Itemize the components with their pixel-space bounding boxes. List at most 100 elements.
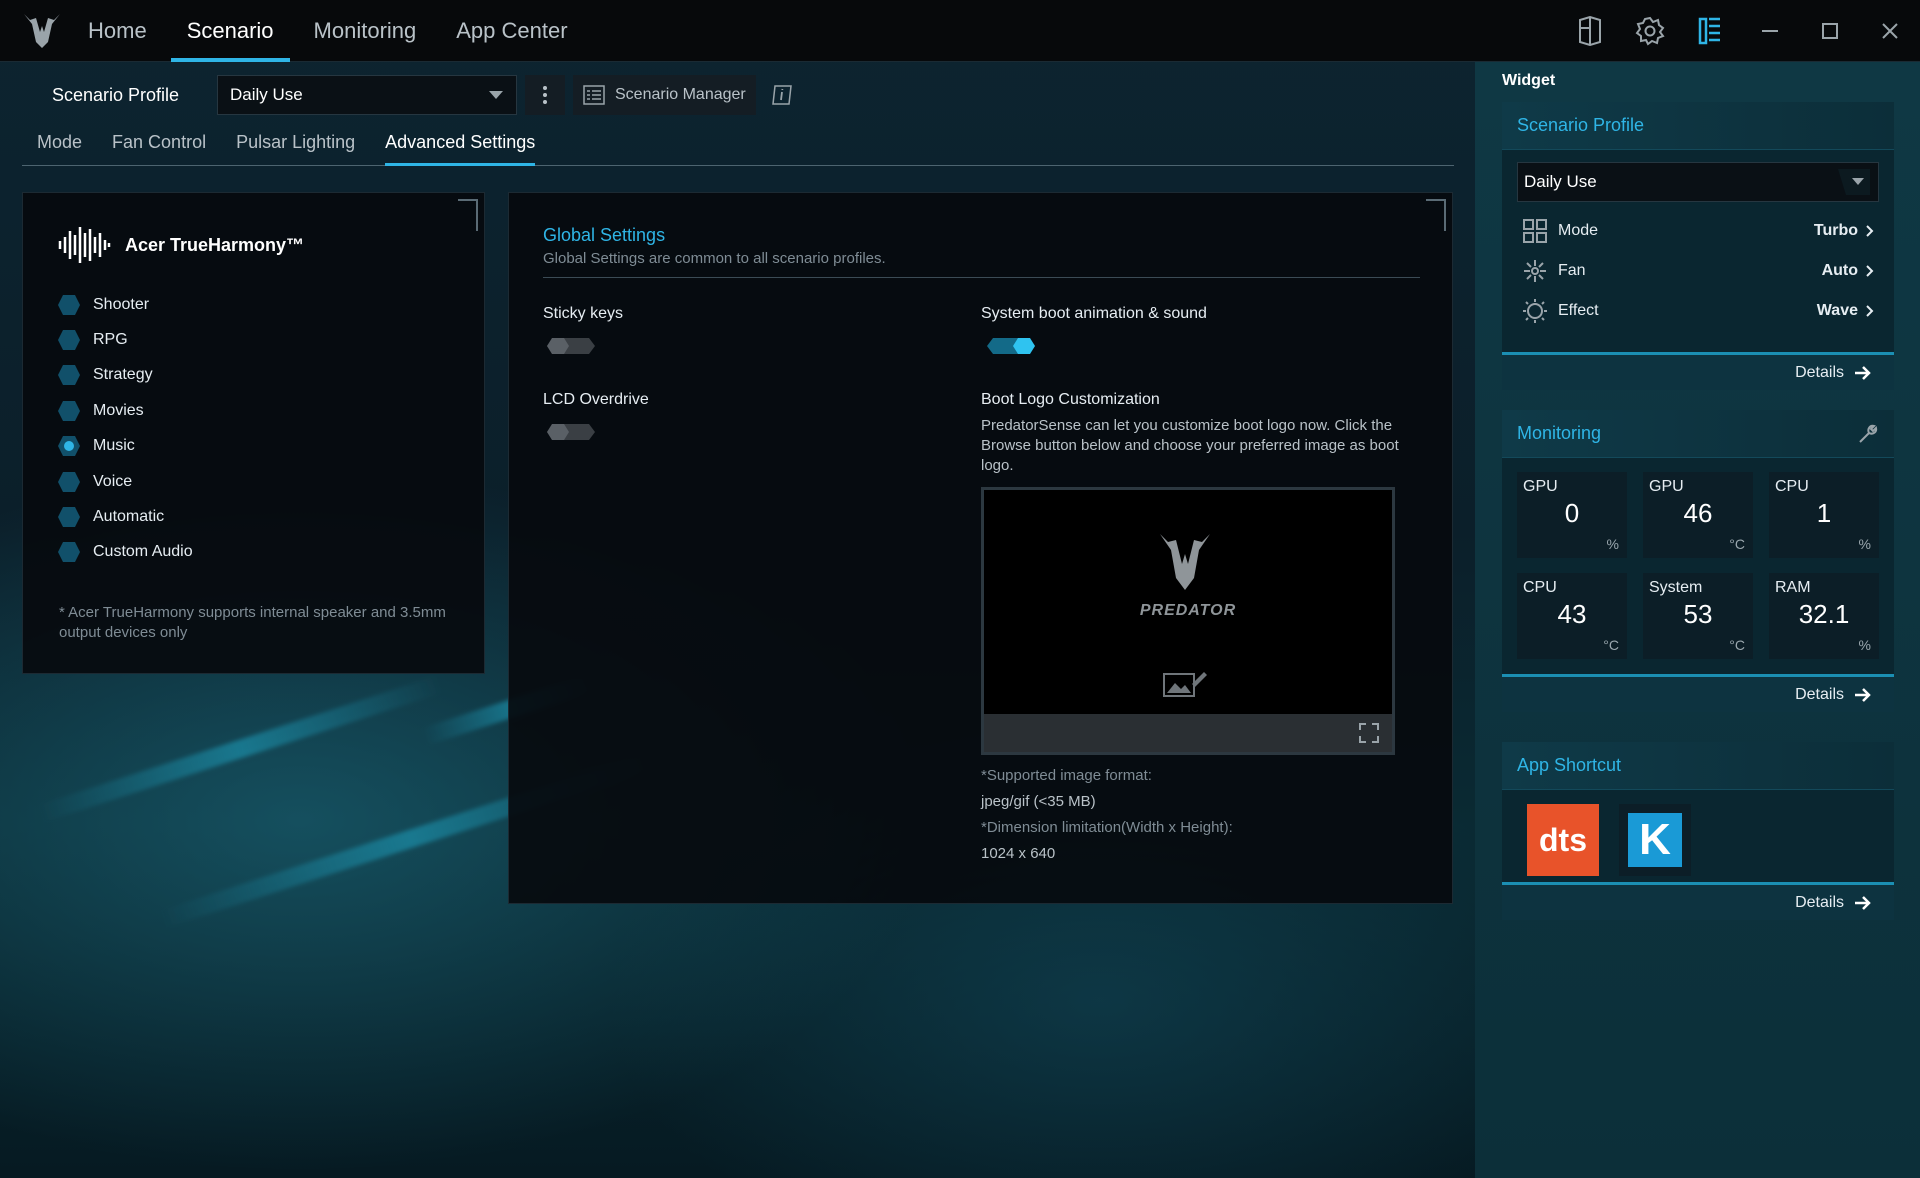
widget-mode-row[interactable]: Mode Turbo [1522,214,1874,248]
panel-corner [458,199,478,231]
audio-option-music[interactable]: Music [57,429,193,464]
nav-home[interactable]: Home [72,0,163,62]
trueharmony-header: Acer TrueHarmony™ [57,225,304,265]
widget-app-shortcut-header: App Shortcut [1502,742,1894,790]
nav-monitoring[interactable]: Monitoring [298,0,433,62]
widget-monitoring-title: Monitoring [1517,423,1602,443]
sticky-keys-toggle[interactable] [545,335,597,357]
fullscreen-icon[interactable] [1358,722,1380,744]
trueharmony-note: * Acer TrueHarmony supports internal spe… [59,604,446,641]
info-icon[interactable] [770,83,794,107]
widget-sidebar: Widget Scenario Profile Daily Use Mode T… [1475,62,1920,1178]
chevron-right-icon [1866,305,1874,317]
maximize-icon[interactable] [1800,0,1860,62]
sidebar-panel-icon[interactable] [1680,0,1740,62]
boot-animation-label: System boot animation & sound [981,305,1207,322]
tab-fan-control[interactable]: Fan Control [97,122,221,165]
monitor-tile-cpu-temp: CPU 43 °C [1517,573,1627,659]
audio-option-voice[interactable]: Voice [57,464,193,499]
nav-app-center[interactable]: App Center [440,0,583,62]
image-edit-icon [1163,672,1207,697]
arrow-right-icon [1855,895,1871,910]
widget-scenario-details-button[interactable]: Details [1502,352,1894,390]
boot-logo-description: PredatorSense can let you customize boot… [981,417,1399,474]
minimize-icon[interactable] [1740,0,1800,62]
widget-fan-row[interactable]: Fan Auto [1522,254,1874,288]
scenario-profile-value: Daily Use [230,85,303,104]
predator-logo-icon [1160,534,1210,590]
monitor-tile-cpu-usage: CPU 1% [1769,472,1879,558]
window-controls [1560,0,1920,62]
arrow-right-icon [1855,365,1871,380]
audio-option-automatic[interactable]: Automatic [57,499,193,534]
monitor-tile-gpu-temp: GPU 46 °C [1643,472,1753,558]
audio-option-movies[interactable]: Movies [57,393,193,428]
global-settings-title: Global Settings [543,225,666,245]
widget-scenario-header: Scenario Profile [1502,102,1894,150]
wrench-icon[interactable] [1857,423,1879,445]
widget-scenario-card: Scenario Profile Daily Use Mode Turbo Fa… [1502,102,1894,390]
widget-monitoring-card: Monitoring GPU 0% GPU 46 °C CPU 1% CPU 43 °C S… [1502,410,1894,712]
chevron-down-icon [1838,169,1870,195]
audio-option-shooter[interactable]: Shooter [57,287,193,322]
radio-hex-icon [58,365,80,386]
image-format-label: *Supported image format: [981,767,1152,784]
audio-wave-icon [58,227,111,263]
image-format-value: jpeg/gif (<35 MB) [981,793,1096,810]
scenario-subtabs: Mode Fan Control Pulsar Lighting Advance… [22,122,1454,166]
mode-grid-icon [1523,219,1547,243]
dimension-value: 1024 x 640 [981,845,1056,862]
app-shortcut-killer[interactable]: K [1619,804,1691,876]
global-settings-subtitle: Global Settings are common to all scenar… [543,250,886,267]
widget-monitoring-details-button[interactable]: Details [1502,674,1894,712]
scenario-manager-button[interactable]: Scenario Manager [573,75,756,115]
radio-hex-icon [58,507,80,528]
scenario-manager-label: Scenario Manager [615,86,746,103]
predator-logo-icon [24,14,60,48]
widget-toggle-icon[interactable] [1560,0,1620,62]
predator-logo-text: PREDATOR [1139,602,1237,619]
tab-advanced-settings[interactable]: Advanced Settings [370,122,550,166]
scenario-profile-select[interactable]: Daily Use [217,75,517,115]
trueharmony-panel: Acer TrueHarmony™ Shooter RPG Strategy M… [22,192,485,674]
dimension-label: *Dimension limitation(Width x Height): [981,819,1233,836]
audio-option-custom-audio[interactable]: Custom Audio [57,535,193,570]
monitor-tile-gpu-usage: GPU 0% [1517,472,1627,558]
divider [543,277,1420,278]
title-bar: Home Scenario Monitoring App Center [0,0,1920,62]
monitor-tile-ram-usage: RAM 32.1% [1769,573,1879,659]
effect-sun-icon [1523,299,1547,323]
widget-effect-row[interactable]: Effect Wave [1522,294,1874,328]
widget-monitoring-header: Monitoring [1502,410,1894,458]
preview-toolbar [984,714,1392,752]
audio-option-strategy[interactable]: Strategy [57,358,193,393]
radio-hex-selected-icon [58,436,80,457]
nav-scenario[interactable]: Scenario [170,0,290,62]
tab-pulsar-lighting[interactable]: Pulsar Lighting [221,122,370,165]
boot-logo-label: Boot Logo Customization [981,391,1160,408]
widget-scenario-title: Scenario Profile [1517,115,1645,135]
monitor-tile-system-temp: System 53 °C [1643,573,1753,659]
radio-hex-icon [58,471,80,492]
radio-hex-icon [58,542,80,563]
radio-hex-icon [58,400,80,421]
main-content: Scenario Profile Daily Use Scenario Mana… [0,62,1475,1178]
app-shortcut-dts[interactable]: dts [1527,804,1599,876]
sticky-keys-label: Sticky keys [543,305,624,322]
widget-profile-value: Daily Use [1524,172,1597,191]
audio-option-rpg[interactable]: RPG [57,322,193,357]
fan-icon [1524,260,1546,282]
more-options-button[interactable] [525,75,565,115]
scenario-profile-label: Scenario Profile [52,84,180,105]
boot-logo-preview[interactable]: PREDATOR [981,487,1395,755]
tab-mode[interactable]: Mode [22,122,97,165]
widget-profile-select[interactable]: Daily Use [1517,162,1879,202]
lcd-overdrive-toggle[interactable] [545,421,597,443]
boot-animation-toggle[interactable] [985,335,1037,357]
chevron-right-icon [1866,265,1874,277]
list-icon [583,85,605,105]
widget-app-shortcut-details-button[interactable]: Details [1502,882,1894,920]
settings-gear-icon[interactable] [1620,0,1680,62]
scenario-profile-row: Scenario Profile Daily Use Scenario Mana… [52,74,794,116]
close-icon[interactable] [1860,0,1920,62]
